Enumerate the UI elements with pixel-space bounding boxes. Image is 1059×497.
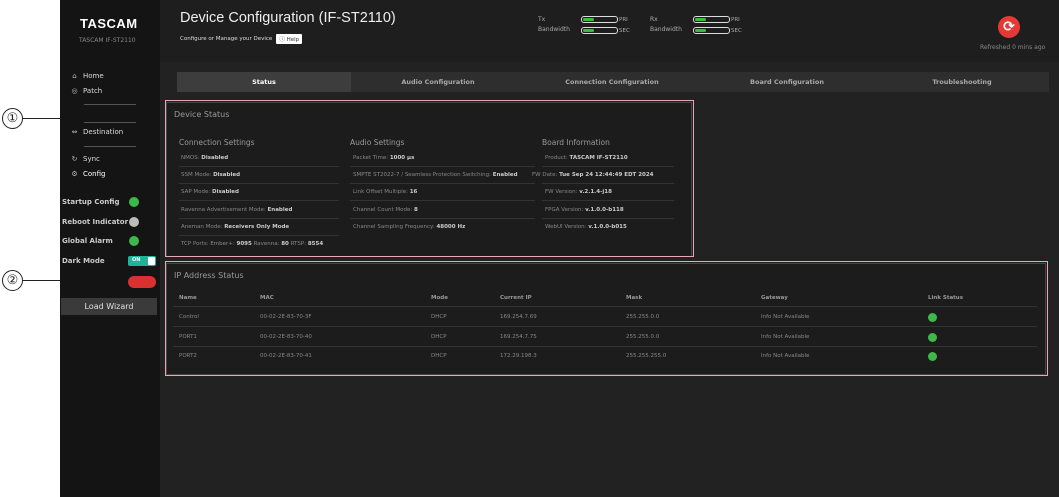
sidebar-item-sync[interactable]: ↻ Sync <box>71 155 100 163</box>
tab-audio-configuration[interactable]: Audio Configuration <box>351 72 525 92</box>
page-title: Device Configuration (IF-ST2110) <box>180 10 396 26</box>
rx-pri-bar <box>693 16 730 23</box>
bar-fill <box>583 29 594 32</box>
tab-board-configuration[interactable]: Board Configuration <box>699 72 875 92</box>
tx-bandwidth-label: Bandwidth <box>538 26 570 33</box>
tab-troubleshooting[interactable]: Troubleshooting <box>875 72 1049 92</box>
sync-icon: ↻ <box>71 155 78 163</box>
sidebar-item-label: Home <box>83 72 104 80</box>
rx-bandwidth-label: Bandwidth <box>650 26 682 33</box>
annotation-box-1 <box>165 100 694 257</box>
reboot-indicator-label: Reboot Indicator <box>62 218 129 226</box>
help-label: Help <box>286 37 300 43</box>
page-header: Device Configuration (IF-ST2110) Configu… <box>160 0 1059 60</box>
sidebar-item-patch[interactable]: ◎ Patch <box>71 87 102 95</box>
annotation-box-2 <box>165 261 1048 376</box>
refresh-icon[interactable]: ⟳ <box>998 16 1020 38</box>
nav-divider <box>84 122 136 123</box>
dark-mode-label: Dark Mode <box>62 257 105 265</box>
help-button[interactable]: ⓘ Help <box>276 34 303 44</box>
toggle-knob <box>148 257 155 265</box>
rx-sec-label: SEC <box>731 28 742 34</box>
rx-sec-bar <box>693 27 730 34</box>
sidebar-item-label: Config <box>83 170 106 178</box>
sidebar-item-label: Sync <box>83 155 100 163</box>
bar-fill <box>583 18 594 21</box>
sidebar-item-label: Patch <box>83 87 103 95</box>
tab-connection-configuration[interactable]: Connection Configuration <box>525 72 699 92</box>
tx-sec-label: SEC <box>619 28 630 34</box>
bar-fill <box>695 18 706 21</box>
sidebar-item-destination[interactable]: ⇔ Destination <box>71 128 124 136</box>
tab-bar: Status Audio Configuration Connection Co… <box>177 72 1049 92</box>
bar-fill <box>695 29 706 32</box>
callout-2: ② <box>2 270 23 291</box>
nav-divider <box>84 104 136 105</box>
dark-mode-toggle[interactable]: ON <box>128 256 156 266</box>
brand-logo: TASCAM <box>80 16 138 31</box>
rx-label: Rx <box>650 16 658 23</box>
home-icon: ⌂ <box>72 72 77 80</box>
sidebar-item-config[interactable]: ⚙ Config <box>71 170 105 178</box>
refreshed-status: Refreshed 0 mins ago <box>980 44 1046 51</box>
nav-divider <box>84 146 136 147</box>
page-subtitle: Configure or Manage your Device <box>180 36 273 42</box>
tx-pri-label: PRI <box>619 17 628 23</box>
reboot-indicator-dot <box>129 217 139 227</box>
startup-config-indicator <box>129 197 139 207</box>
page-subtitle-row: Configure or Manage your Device ⓘ Help <box>180 34 303 44</box>
global-alarm-label: Global Alarm <box>62 237 113 245</box>
tx-pri-bar <box>581 16 618 23</box>
device-model: TASCAM IF-ST2110 <box>79 37 136 44</box>
sidebar: TASCAM TASCAM IF-ST2110 ⌂ Home ◎ Patch ⇔… <box>60 0 160 497</box>
startup-config-label: Startup Config <box>62 198 120 206</box>
tab-status[interactable]: Status <box>177 72 351 92</box>
callout-1: ① <box>2 108 23 129</box>
sidebar-item-home[interactable]: ⌂ Home <box>71 72 104 80</box>
reboot-device-button[interactable] <box>128 276 156 288</box>
dark-mode-toggle-text: ON <box>132 257 141 263</box>
tx-sec-bar <box>581 27 618 34</box>
global-alarm-indicator <box>129 236 139 246</box>
patch-icon: ◎ <box>71 87 78 95</box>
tx-label: Tx <box>538 16 546 23</box>
load-wizard-button[interactable]: Load Wizard <box>61 298 157 315</box>
destination-icon: ⇔ <box>71 128 78 136</box>
rx-pri-label: PRI <box>731 17 740 23</box>
sidebar-item-label: Destination <box>83 128 124 136</box>
config-icon: ⚙ <box>71 170 78 178</box>
